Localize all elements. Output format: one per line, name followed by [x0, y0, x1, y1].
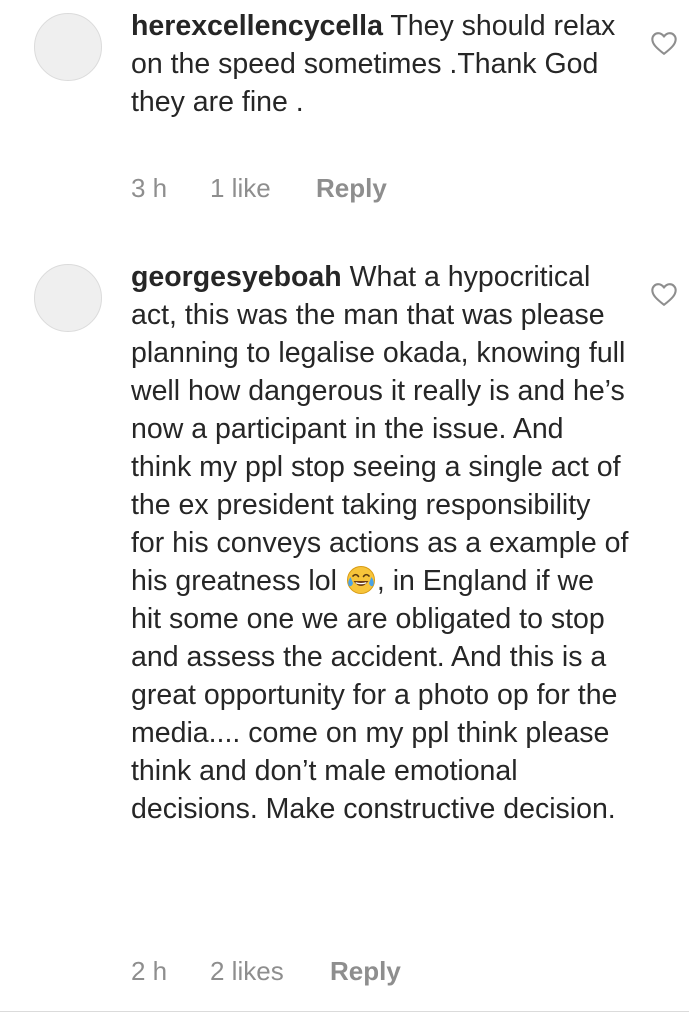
comment-text: What a hypocritical act, this was the ma…	[131, 261, 637, 597]
comment-like-count[interactable]: 1 like	[210, 170, 316, 206]
heart-outline-icon[interactable]	[650, 281, 678, 307]
face-with-tears-of-joy-icon	[346, 565, 376, 595]
comment-body: herexcellencycella They should relax on …	[131, 7, 629, 121]
comment-username[interactable]: herexcellencycella	[131, 10, 383, 42]
comment-body: georgesyeboah What a hypocritical act, t…	[131, 258, 629, 828]
comment-username[interactable]: georgesyeboah	[131, 261, 342, 293]
avatar[interactable]	[34, 264, 102, 332]
comment-like-count[interactable]: 2 likes	[210, 953, 330, 989]
comment-meta: 3 h 1 like Reply	[131, 170, 387, 206]
comment-meta: 2 h 2 likes Reply	[131, 953, 401, 989]
avatar[interactable]	[34, 13, 102, 81]
divider	[0, 1011, 689, 1012]
reply-button[interactable]: Reply	[330, 953, 401, 989]
comment-text-continued: , in England if we hit some one we are o…	[131, 565, 626, 825]
heart-outline-icon[interactable]	[650, 30, 678, 56]
comment-timestamp: 2 h	[131, 956, 168, 986]
comment-timestamp: 3 h	[131, 173, 168, 203]
reply-button[interactable]: Reply	[316, 170, 387, 206]
